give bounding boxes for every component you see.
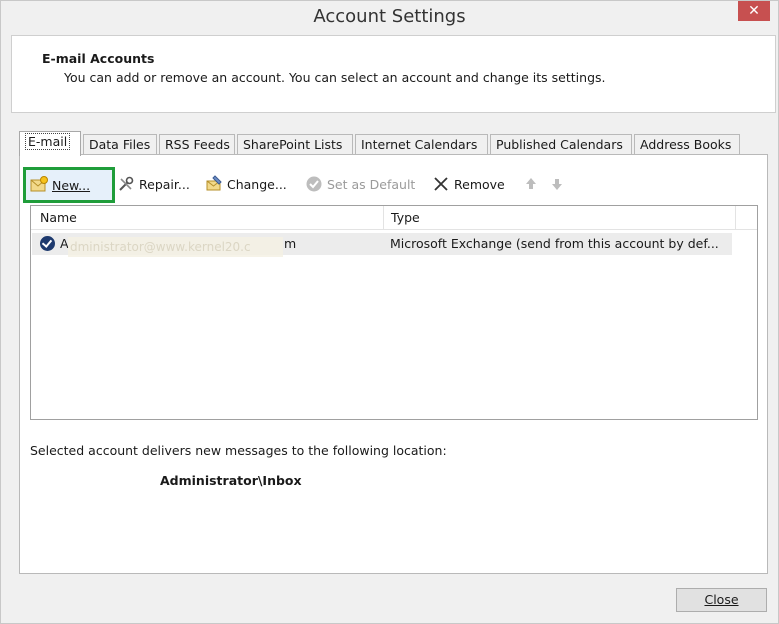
- tab-internet-calendars[interactable]: Internet Calendars: [355, 134, 488, 155]
- move-down-button[interactable]: [544, 169, 566, 199]
- title-bar: Account Settings ✕: [1, 1, 778, 35]
- tab-sharepoint-lists[interactable]: SharePoint Lists: [237, 134, 353, 155]
- obscured-account-name: dministrator@www.kernel20.c: [68, 237, 283, 257]
- tab-email[interactable]: E-mail: [19, 131, 81, 156]
- close-label: Close: [704, 592, 739, 607]
- default-account-check-icon: [40, 236, 55, 251]
- column-header-name[interactable]: Name: [40, 210, 77, 225]
- account-name-suffix: m: [284, 236, 297, 251]
- window-close-icon[interactable]: ✕: [738, 1, 770, 21]
- check-circle-icon: [305, 175, 323, 193]
- tab-data-files[interactable]: Data Files: [83, 134, 157, 155]
- change-label: Change...: [227, 176, 287, 192]
- header-panel: E-mail Accounts You can add or remove an…: [11, 35, 776, 113]
- remove-x-icon: [432, 175, 450, 193]
- header-spacer: [735, 206, 757, 230]
- list-header: Name Type: [31, 206, 757, 230]
- email-tab-panel: New... Repair... Change... Set as Defaul…: [19, 154, 768, 574]
- header-title: E-mail Accounts: [42, 51, 155, 66]
- repair-button[interactable]: Repair...: [113, 169, 201, 199]
- set-as-default-button[interactable]: Set as Default: [301, 169, 423, 199]
- change-button[interactable]: Change...: [201, 169, 297, 199]
- delivery-location-label: Selected account delivers new messages t…: [30, 443, 447, 458]
- account-toolbar: New... Repair... Change... Set as Defaul…: [20, 167, 765, 203]
- tab-address-books[interactable]: Address Books: [634, 134, 740, 155]
- repair-tools-icon: [117, 175, 135, 193]
- arrow-up-icon: [522, 175, 540, 193]
- account-type: Microsoft Exchange (send from this accou…: [390, 236, 719, 251]
- tab-rss-feeds[interactable]: RSS Feeds: [159, 134, 235, 155]
- account-list: Name Type A dministrator@www.kernel20.c …: [30, 205, 758, 420]
- remove-label: Remove: [454, 176, 505, 192]
- table-row[interactable]: A dministrator@www.kernel20.c m Microsof…: [32, 233, 732, 257]
- remove-button[interactable]: Remove: [428, 169, 510, 199]
- new-label: New...: [52, 177, 91, 193]
- new-account-button[interactable]: New...: [23, 167, 115, 203]
- new-account-icon: [30, 176, 48, 194]
- account-settings-dialog: Account Settings ✕ E-mail Accounts You c…: [0, 0, 779, 624]
- arrow-down-icon: [548, 175, 566, 193]
- window-title: Account Settings: [313, 6, 466, 27]
- column-header-type[interactable]: Type: [391, 210, 420, 225]
- header-description: You can add or remove an account. You ca…: [64, 70, 606, 85]
- column-divider[interactable]: [383, 206, 384, 230]
- delivery-location-value: Administrator\Inbox: [160, 473, 302, 488]
- close-button[interactable]: Close: [676, 588, 767, 612]
- tab-published-calendars[interactable]: Published Calendars: [490, 134, 632, 155]
- change-account-icon: [205, 175, 223, 193]
- repair-label: Repair...: [139, 176, 190, 192]
- set-default-label: Set as Default: [327, 176, 416, 192]
- move-up-button[interactable]: [518, 169, 540, 199]
